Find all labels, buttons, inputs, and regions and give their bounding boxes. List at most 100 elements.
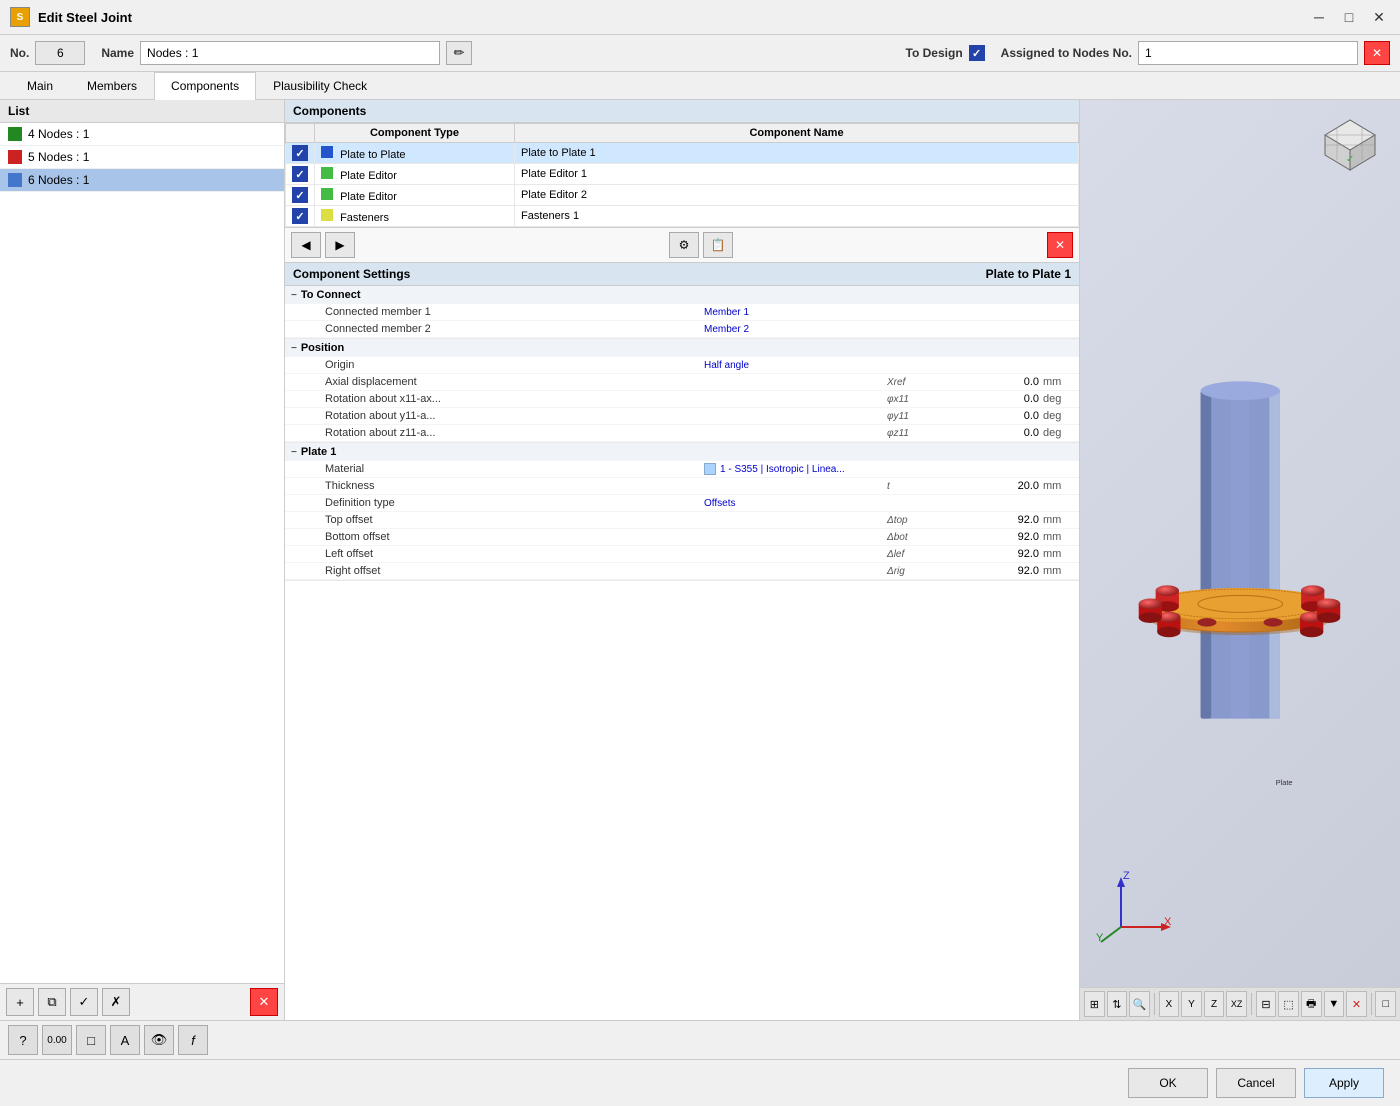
table-row[interactable]: Fasteners Fasteners 1 <box>286 206 1079 227</box>
vp-arrow-button[interactable]: ▼ <box>1324 991 1345 1017</box>
apply-button[interactable]: Apply <box>1304 1068 1384 1098</box>
left-panel-toolbar: + ⧉ ✓ ✗ ✕ <box>0 983 284 1020</box>
tree-row: Connected member 1 Member 1 <box>285 304 1079 321</box>
list-add-button[interactable]: + <box>6 988 34 1016</box>
table-row[interactable]: Plate Editor Plate Editor 2 <box>286 185 1079 206</box>
tree-row: Left offset Δlef 92.0 mm <box>285 546 1079 563</box>
list-copy-button[interactable]: ⧉ <box>38 988 66 1016</box>
cancel-button[interactable]: Cancel <box>1216 1068 1296 1098</box>
row-checkbox[interactable] <box>292 166 308 182</box>
vp-z-button[interactable]: Z <box>1204 991 1225 1017</box>
tab-plausibility[interactable]: Plausibility Check <box>256 72 384 99</box>
list-check-button[interactable]: ✓ <box>70 988 98 1016</box>
tree-row: Material 1 - S355 | Isotropic | Linea... <box>285 461 1079 478</box>
vp-y-button[interactable]: Y <box>1181 991 1202 1017</box>
group-header-to-connect[interactable]: − To Connect <box>285 286 1079 304</box>
row-value: 0.0 <box>963 410 1043 422</box>
row-label: Right offset <box>321 565 883 577</box>
assigned-input[interactable] <box>1138 41 1358 65</box>
vp-layer-button[interactable]: ⊟ <box>1256 991 1277 1017</box>
type-color <box>321 167 333 179</box>
vp-cube-button[interactable]: ⬚ <box>1278 991 1299 1017</box>
row-checkbox[interactable] <box>292 208 308 224</box>
group-header-plate1[interactable]: − Plate 1 <box>285 443 1079 461</box>
row-label: Bottom offset <box>321 531 883 543</box>
row-label: Rotation about z11-a... <box>321 427 883 439</box>
row-checkbox[interactable] <box>292 187 308 203</box>
delete-component-button[interactable]: ✕ <box>1047 232 1073 258</box>
group-label: To Connect <box>301 289 361 301</box>
row-unit: mm <box>1043 514 1079 526</box>
no-input[interactable] <box>35 41 85 65</box>
row-unit: deg <box>1043 393 1079 405</box>
tab-components[interactable]: Components <box>154 72 256 100</box>
vp-x-button[interactable]: X <box>1159 991 1180 1017</box>
color-button[interactable]: □ <box>76 1025 106 1055</box>
row-label: Thickness <box>321 480 883 492</box>
move-right-button[interactable]: ▶ <box>325 232 355 258</box>
vp-sep <box>1251 993 1252 1015</box>
edit-button-2[interactable]: 📋 <box>703 232 733 258</box>
name-input[interactable] <box>140 41 440 65</box>
viewport-3d[interactable]: ✓ <box>1080 100 1400 1020</box>
edit-name-button[interactable]: ✏ <box>446 41 472 65</box>
minimize-button[interactable]: ─ <box>1308 6 1330 28</box>
row-value: Half angle <box>700 360 1079 371</box>
close-button[interactable]: ✕ <box>1368 6 1390 28</box>
collapse-icon: − <box>291 447 297 458</box>
color-indicator <box>8 150 22 164</box>
ok-button[interactable]: OK <box>1128 1068 1208 1098</box>
formula-button[interactable]: f <box>178 1025 208 1055</box>
table-row[interactable]: Plate to Plate Plate to Plate 1 <box>286 143 1079 164</box>
tab-members[interactable]: Members <box>70 72 154 99</box>
move-left-button[interactable]: ◀ <box>291 232 321 258</box>
text-button[interactable]: A <box>110 1025 140 1055</box>
to-design-checkbox[interactable] <box>969 45 985 61</box>
maximize-button[interactable]: □ <box>1338 6 1360 28</box>
list-item-selected[interactable]: 6 Nodes : 1 <box>0 169 284 192</box>
vp-cross-button[interactable]: ✕ <box>1346 991 1367 1017</box>
edit-button-1[interactable]: ⚙ <box>669 232 699 258</box>
to-design-field: To Design <box>906 45 985 61</box>
list-item[interactable]: 4 Nodes : 1 <box>0 123 284 146</box>
row-checkbox[interactable] <box>292 145 308 161</box>
assigned-clear-button[interactable]: ✕ <box>1364 41 1390 65</box>
help-button[interactable]: ? <box>8 1025 38 1055</box>
color-indicator <box>8 127 22 141</box>
list-delete-button[interactable]: ✕ <box>250 988 278 1016</box>
list-uncheck-button[interactable]: ✗ <box>102 988 130 1016</box>
right-content: Components Component Type Component Name <box>285 100 1400 1020</box>
row-label: Axial displacement <box>321 376 883 388</box>
vp-pan-button[interactable]: ⇅ <box>1107 991 1128 1017</box>
row-type: Fasteners <box>315 206 515 227</box>
vp-settings-button[interactable]: □ <box>1375 991 1396 1017</box>
nav-cube[interactable]: ✓ <box>1310 110 1390 190</box>
row-value: 20.0 <box>963 480 1043 492</box>
eye-button[interactable]: 👁 <box>144 1025 174 1055</box>
group-header-position[interactable]: − Position <box>285 339 1079 357</box>
row-label: Rotation about x11-ax... <box>321 393 883 405</box>
tree-row: Origin Half angle <box>285 357 1079 374</box>
row-label: Connected member 1 <box>321 306 700 318</box>
col-name: Component Name <box>515 124 1079 143</box>
color-indicator <box>8 173 22 187</box>
title-bar: S Edit Steel Joint ─ □ ✕ <box>0 0 1400 35</box>
row-name: Plate to Plate 1 <box>515 143 1079 164</box>
row-label: Definition type <box>321 497 700 509</box>
row-value: Member 1 <box>700 307 1079 318</box>
col-check <box>286 124 315 143</box>
list-item-label: 6 Nodes : 1 <box>28 173 89 187</box>
vp-zoom-button[interactable]: 🔍 <box>1129 991 1150 1017</box>
svg-text:Y: Y <box>1096 932 1104 944</box>
vp-print-button[interactable]: 🖶 <box>1301 991 1322 1017</box>
settings-header-value: Plate to Plate 1 <box>986 267 1071 281</box>
left-panel: List 4 Nodes : 1 5 Nodes : 1 6 Nodes : 1… <box>0 100 285 1020</box>
tab-main[interactable]: Main <box>10 72 70 99</box>
collapse-icon: − <box>291 343 297 354</box>
row-unit: deg <box>1043 410 1079 422</box>
list-item[interactable]: 5 Nodes : 1 <box>0 146 284 169</box>
numeric-button[interactable]: 0.00 <box>42 1025 72 1055</box>
vp-select-button[interactable]: ⊞ <box>1084 991 1105 1017</box>
vp-xz-button[interactable]: XZ <box>1226 991 1247 1017</box>
table-row[interactable]: Plate Editor Plate Editor 1 <box>286 164 1079 185</box>
